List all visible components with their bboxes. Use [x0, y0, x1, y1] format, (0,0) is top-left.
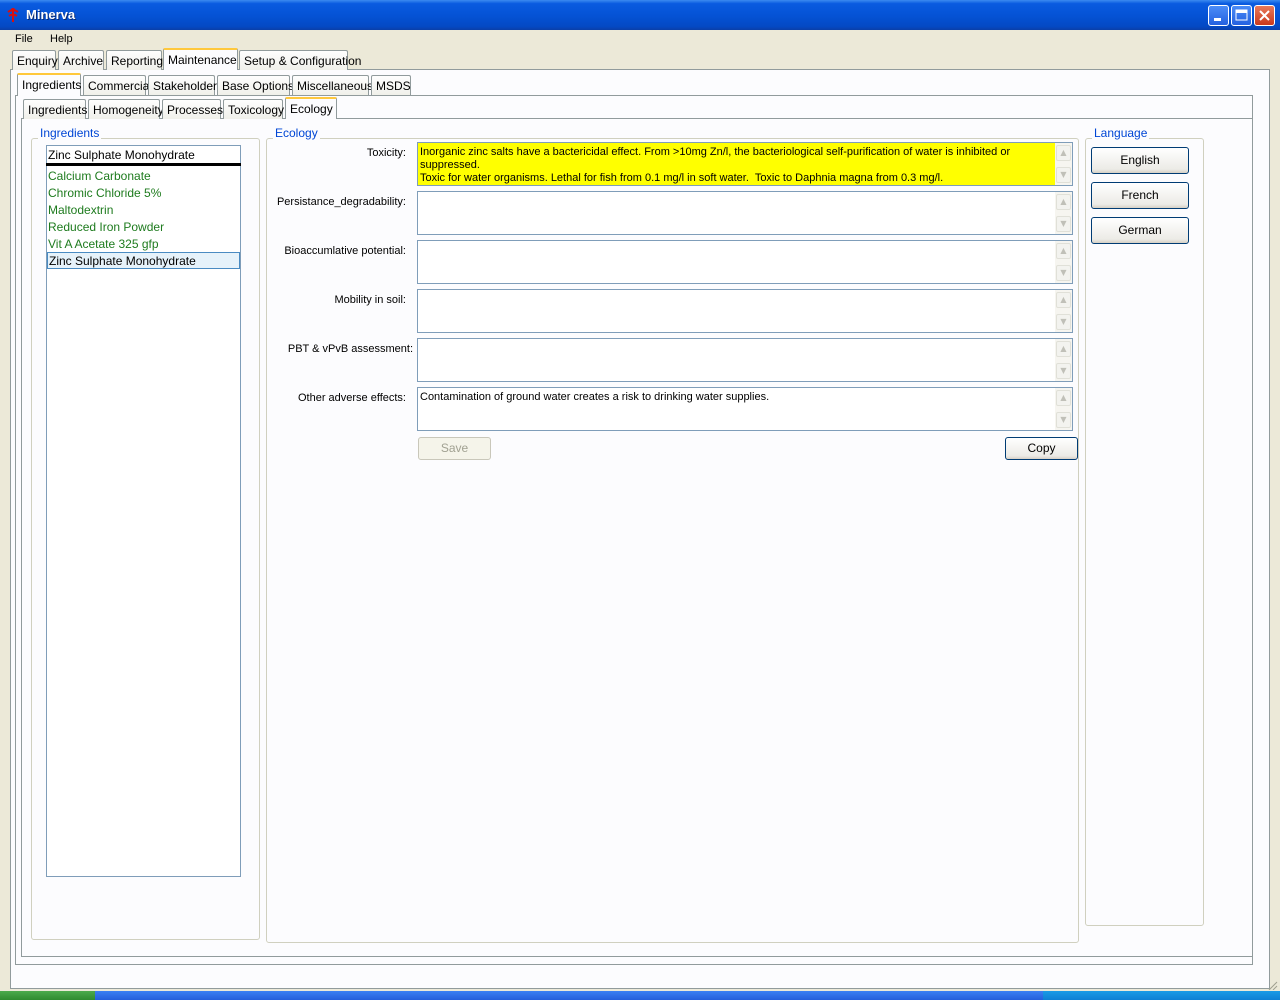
tab-commercial[interactable]: Commercial: [83, 75, 152, 95]
ingredients-legend: Ingredients: [38, 126, 102, 140]
list-item-selected[interactable]: Zinc Sulphate Monohydrate: [47, 252, 240, 269]
list-item[interactable]: Vit A Acetate 325 gfp: [47, 236, 240, 252]
tab-processes[interactable]: Processes: [162, 99, 223, 119]
minimize-button[interactable]: [1208, 5, 1229, 26]
bioaccumulative-label: Bioaccumlative potential:: [284, 245, 406, 257]
list-divider: [46, 163, 241, 166]
bioaccumulative-field[interactable]: ▲ ▼: [417, 240, 1073, 284]
other-effects-value: Contamination of ground water creates a …: [420, 391, 770, 403]
scroll-up-icon[interactable]: ▲: [1056, 243, 1071, 259]
language-group: [1085, 138, 1204, 926]
mobility-label: Mobility in soil:: [334, 294, 406, 306]
toxicity-label: Toxicity:: [366, 147, 406, 159]
tab-miscellaneous[interactable]: Miscellaneous: [292, 75, 373, 95]
language-legend: Language: [1092, 126, 1150, 140]
other-effects-label: Other adverse effects:: [297, 392, 406, 404]
copy-button[interactable]: Copy: [1005, 437, 1078, 460]
persistance-scrollbar[interactable]: ▲ ▼: [1055, 192, 1072, 234]
menu-bar: [0, 30, 1280, 49]
tab-detail-ingredients[interactable]: Ingredients: [23, 99, 87, 119]
scroll-down-icon[interactable]: ▼: [1056, 167, 1071, 183]
pbt-scrollbar[interactable]: ▲ ▼: [1055, 339, 1072, 381]
bioaccumulative-scrollbar[interactable]: ▲ ▼: [1055, 241, 1072, 283]
toxicity-field[interactable]: Inorganic zinc salts have a bactericidal…: [417, 142, 1073, 186]
tab-reporting[interactable]: Reporting: [106, 50, 163, 70]
minimize-icon: [1214, 18, 1221, 21]
mobility-scrollbar[interactable]: ▲ ▼: [1055, 290, 1072, 332]
close-button[interactable]: [1254, 5, 1275, 26]
list-item[interactable]: Calcium Carbonate: [47, 168, 240, 184]
menu-file[interactable]: File: [15, 33, 33, 45]
list-item[interactable]: Chromic Chloride 5%: [47, 185, 240, 201]
list-item[interactable]: Maltodextrin: [47, 202, 240, 218]
ecology-legend: Ecology: [273, 126, 320, 140]
tab-ingredients[interactable]: Ingredients: [17, 73, 81, 96]
menu-help[interactable]: Help: [50, 33, 73, 45]
pbt-label: PBT & vPvB assessment:: [287, 343, 413, 355]
mobility-field[interactable]: ▲ ▼: [417, 289, 1073, 333]
close-icon: [1259, 10, 1270, 21]
tab-msds[interactable]: MSDS: [371, 75, 411, 95]
ingredient-search-input[interactable]: Zinc Sulphate Monohydrate: [48, 148, 195, 162]
maximize-icon: [1235, 9, 1248, 21]
tab-ecology[interactable]: Ecology: [285, 97, 337, 119]
scroll-up-icon[interactable]: ▲: [1056, 292, 1071, 308]
pbt-field[interactable]: ▲ ▼: [417, 338, 1073, 382]
start-button[interactable]: [0, 991, 95, 1000]
persistance-label: Persistance_degradability:: [276, 196, 406, 208]
persistance-field[interactable]: ▲ ▼: [417, 191, 1073, 235]
tab-base-options[interactable]: Base Options: [217, 75, 294, 95]
window-title: Minerva: [26, 7, 76, 22]
tab-homogeneity[interactable]: Homogeneity: [88, 99, 164, 119]
scroll-down-icon[interactable]: ▼: [1056, 363, 1071, 379]
toxicity-scrollbar[interactable]: ▲ ▼: [1055, 143, 1072, 185]
german-button[interactable]: German: [1091, 217, 1189, 244]
tab-setup-configuration[interactable]: Setup & Configuration: [239, 50, 361, 70]
scroll-up-icon[interactable]: ▲: [1056, 390, 1071, 406]
english-button[interactable]: English: [1091, 147, 1189, 174]
tab-stakeholder[interactable]: Stakeholder: [148, 75, 217, 95]
french-button[interactable]: French: [1091, 182, 1189, 209]
system-tray: [1043, 991, 1280, 1000]
save-button[interactable]: Save: [418, 437, 491, 460]
scroll-down-icon[interactable]: ▼: [1056, 314, 1071, 330]
tab-enquiry[interactable]: Enquiry: [12, 50, 58, 70]
other-effects-scrollbar[interactable]: ▲ ▼: [1055, 388, 1072, 430]
scroll-down-icon[interactable]: ▼: [1056, 412, 1071, 428]
scroll-down-icon[interactable]: ▼: [1056, 216, 1071, 232]
other-effects-field[interactable]: Contamination of ground water creates a …: [417, 387, 1073, 431]
scroll-up-icon[interactable]: ▲: [1056, 194, 1071, 210]
tab-archive[interactable]: Archive: [58, 50, 104, 70]
toxicity-value: Inorganic zinc salts have a bactericidal…: [420, 146, 1011, 184]
scroll-up-icon[interactable]: ▲: [1056, 341, 1071, 357]
minerva-app-icon: [5, 7, 21, 23]
maximize-button[interactable]: [1231, 5, 1252, 26]
list-item[interactable]: Reduced Iron Powder: [47, 219, 240, 235]
scroll-down-icon[interactable]: ▼: [1056, 265, 1071, 281]
tab-maintenance[interactable]: Maintenance: [163, 48, 238, 70]
resize-grip-icon[interactable]: [1266, 980, 1278, 991]
tab-toxicology[interactable]: Toxicology: [223, 99, 284, 119]
title-bar: [0, 0, 1280, 30]
scroll-up-icon[interactable]: ▲: [1056, 145, 1071, 161]
